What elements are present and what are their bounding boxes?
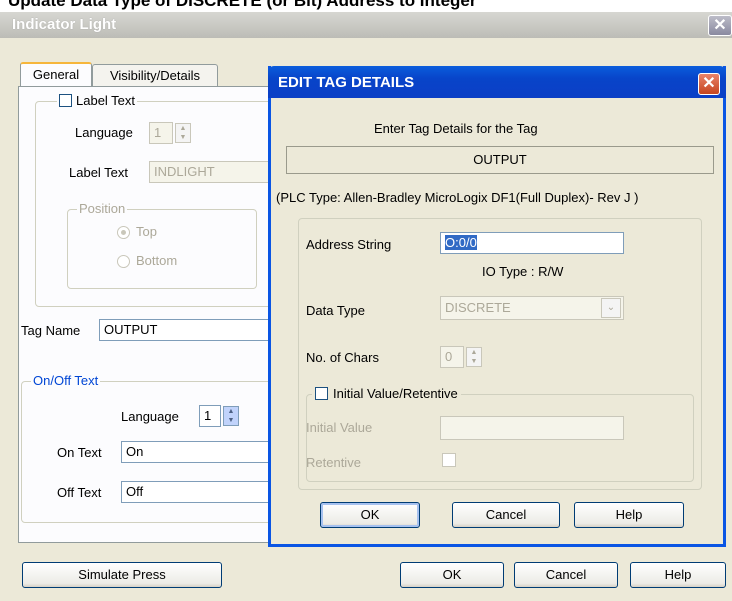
help-button[interactable]: Help bbox=[630, 562, 726, 588]
tag-details-prompt: Enter Tag Details for the Tag bbox=[374, 121, 538, 136]
tag-cancel-button[interactable]: Cancel bbox=[452, 502, 560, 528]
initial-value-label: Initial Value bbox=[306, 420, 373, 435]
initial-retentive-label: Initial Value/Retentive bbox=[333, 386, 458, 401]
position-group bbox=[67, 209, 257, 289]
initial-value-field[interactable] bbox=[440, 416, 624, 440]
tag-name-label: Tag Name bbox=[21, 323, 81, 338]
close-icon[interactable]: ✕ bbox=[708, 15, 732, 36]
off-text-label: Off Text bbox=[57, 485, 102, 500]
label-text-label: Label Text bbox=[69, 165, 129, 180]
spin-up-icon: ▲ bbox=[179, 125, 187, 132]
dialog-title: Indicator Light bbox=[12, 16, 117, 33]
label-text-checkbox-label: Label Text bbox=[76, 93, 136, 108]
no-of-chars-spinner[interactable]: ▲ ▼ bbox=[466, 347, 482, 367]
on-text-label: On Text bbox=[57, 445, 102, 460]
address-string-input[interactable]: O:0/0 bbox=[440, 232, 624, 254]
tag-name-field[interactable]: OUTPUT bbox=[99, 319, 289, 341]
spin-down-icon: ▼ bbox=[179, 134, 187, 141]
spin-up-icon: ▲ bbox=[470, 349, 478, 356]
io-type-text: IO Type : R/W bbox=[482, 264, 564, 279]
chevron-down-icon[interactable]: ⌄ bbox=[601, 298, 621, 318]
tab-visibility-label: Visibility/Details bbox=[109, 68, 201, 83]
tab-general-label: General bbox=[32, 67, 80, 82]
tab-general[interactable]: General bbox=[20, 62, 92, 88]
clipped-heading-text: Update Data Type of DISCRETE (or Bit) Ad… bbox=[8, 0, 477, 10]
spin-down-icon: ▼ bbox=[470, 358, 478, 365]
edit-tag-details-titlebar: EDIT TAG DETAILS ✕ bbox=[268, 66, 726, 98]
label-text-legend: Label Text bbox=[57, 93, 138, 108]
tag-ok-button[interactable]: OK bbox=[320, 502, 420, 528]
position-bottom-label: Bottom bbox=[136, 253, 178, 268]
data-type-value: DISCRETE bbox=[445, 300, 511, 315]
tag-name-display: OUTPUT bbox=[286, 146, 714, 174]
retentive-checkbox[interactable] bbox=[442, 453, 456, 467]
plc-type-text: (PLC Type: Allen-Bradley MicroLogix DF1(… bbox=[276, 190, 639, 205]
onoff-language-label: Language bbox=[121, 409, 179, 424]
data-type-label: Data Type bbox=[306, 303, 366, 318]
close-icon[interactable]: ✕ bbox=[698, 73, 720, 95]
data-type-select[interactable]: DISCRETE bbox=[440, 296, 624, 320]
language-spinner[interactable]: ▲ ▼ bbox=[175, 123, 191, 143]
clipped-heading: Update Data Type of DISCRETE (or Bit) Ad… bbox=[0, 0, 732, 12]
position-top-label: Top bbox=[136, 224, 157, 239]
address-string-label: Address String bbox=[306, 237, 392, 252]
initial-retentive-checkbox[interactable] bbox=[315, 387, 328, 400]
simulate-press-button[interactable]: Simulate Press bbox=[22, 562, 222, 588]
onoff-language-spinner[interactable]: ▲ ▼ bbox=[223, 406, 239, 426]
onoff-language-field[interactable]: 1 bbox=[199, 405, 221, 427]
no-of-chars-field[interactable]: 0 bbox=[440, 346, 464, 368]
off-text-field[interactable]: Off bbox=[121, 481, 291, 503]
language-field[interactable]: 1 bbox=[149, 122, 173, 144]
position-legend: Position bbox=[77, 201, 128, 216]
tab-visibility-details[interactable]: Visibility/Details bbox=[92, 64, 218, 88]
on-text-field[interactable]: On bbox=[121, 441, 291, 463]
cancel-button[interactable]: Cancel bbox=[514, 562, 618, 588]
initial-retentive-legend: Initial Value/Retentive bbox=[312, 386, 461, 401]
no-of-chars-label: No. of Chars bbox=[306, 350, 379, 365]
spin-down-icon: ▼ bbox=[227, 417, 235, 424]
address-string-value: O:0/0 bbox=[445, 235, 477, 250]
language-label: Language bbox=[75, 125, 133, 140]
spin-up-icon: ▲ bbox=[227, 408, 235, 415]
onoff-text-legend: On/Off Text bbox=[31, 373, 101, 388]
label-text-checkbox[interactable] bbox=[59, 94, 72, 107]
position-bottom-radio[interactable] bbox=[117, 255, 130, 268]
edit-tag-details-title: EDIT TAG DETAILS bbox=[278, 74, 415, 91]
tag-help-button[interactable]: Help bbox=[574, 502, 684, 528]
indicator-light-titlebar: Indicator Light bbox=[0, 12, 732, 38]
position-top-radio[interactable] bbox=[117, 226, 130, 239]
ok-button[interactable]: OK bbox=[400, 562, 504, 588]
retentive-label: Retentive bbox=[306, 455, 361, 470]
